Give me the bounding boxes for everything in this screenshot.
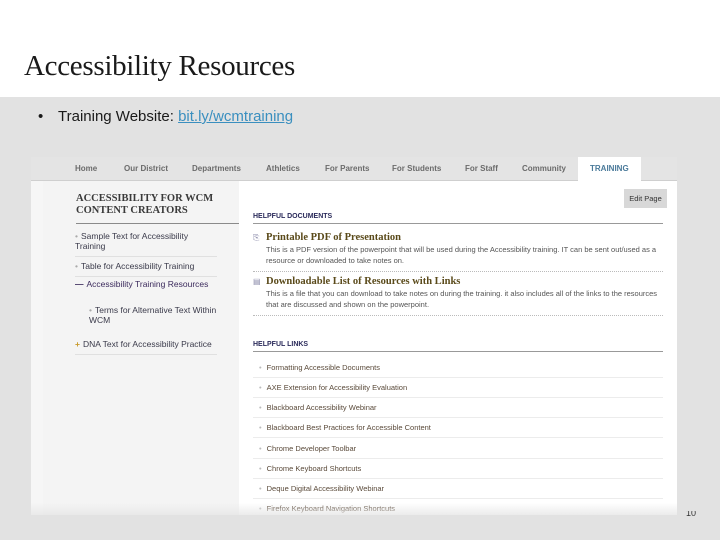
nav-training[interactable]: TRAINING	[578, 157, 641, 182]
expand-icon: +	[75, 339, 80, 349]
link-label: Formatting Accessible Documents	[266, 363, 381, 372]
sidebar-heading: ACCESSIBILITY FOR WCM CONTENT CREATORS	[76, 193, 246, 224]
website-screenshot: Home Our District Departments Athletics …	[31, 157, 677, 515]
bullet-icon: •	[259, 383, 262, 392]
link-label: Blackboard Best Practices for Accessible…	[266, 423, 431, 432]
main-content: Edit Page HELPFUL DOCUMENTS ⎘ Printable …	[239, 181, 677, 515]
nav-community[interactable]: Community	[522, 164, 566, 173]
screenshot-fade	[31, 503, 677, 515]
collapse-icon: —	[75, 279, 84, 289]
document-item: ▤ Downloadable List of Resources with Li…	[253, 276, 663, 316]
bullet-dot: •	[38, 108, 44, 125]
bullet-icon: •	[259, 403, 262, 412]
bullet-icon: •	[259, 444, 262, 453]
nav-for-parents[interactable]: For Parents	[325, 164, 369, 173]
link-label: Chrome Developer Toolbar	[266, 444, 357, 453]
document-title-link[interactable]: Printable PDF of Presentation	[266, 232, 663, 244]
link-label: Blackboard Accessibility Webinar	[266, 403, 377, 412]
nav-our-district[interactable]: Our District	[124, 164, 168, 173]
sidebar-item-label: Table for Accessibility Training	[80, 261, 195, 271]
doc-file-icon: ▤	[253, 277, 261, 286]
sidebar-item-alt-text-terms[interactable]: • Terms for Alternative Text Within WCM	[89, 305, 217, 330]
sidebar-item-training-resources[interactable]: — Accessibility Training Resources	[75, 279, 217, 294]
helpful-link[interactable]: • Chrome Keyboard Shortcuts	[253, 459, 663, 479]
sidebar-item-label: Sample Text for Accessibility Training	[75, 231, 189, 251]
pdf-file-icon: ⎘	[253, 233, 260, 242]
bullet-icon: •	[75, 261, 78, 271]
bullet-icon: •	[89, 305, 92, 315]
helpful-links-heading: HELPFUL LINKS	[253, 341, 663, 352]
sidebar-item-label: DNA Text for Accessibility Practice	[82, 339, 212, 349]
sidebar-item-sample-text[interactable]: • Sample Text for Accessibility Training	[75, 231, 217, 257]
link-label: Chrome Keyboard Shortcuts	[266, 464, 362, 473]
helpful-link[interactable]: • Blackboard Accessibility Webinar	[253, 398, 663, 418]
sidebar-item-label: Terms for Alternative Text Within WCM	[89, 305, 217, 325]
bullet-icon: •	[259, 484, 262, 493]
training-website-bullet: • Training Website: bit.ly/wcmtraining	[38, 108, 293, 125]
helpful-link[interactable]: • Deque Digital Accessibility Webinar	[253, 479, 663, 499]
bullet-icon: •	[259, 423, 262, 432]
link-label: Deque Digital Accessibility Webinar	[266, 484, 385, 493]
nav-for-students[interactable]: For Students	[392, 164, 441, 173]
nav-departments[interactable]: Departments	[192, 164, 241, 173]
bullet-icon: •	[259, 363, 262, 372]
helpful-link[interactable]: • Formatting Accessible Documents	[253, 358, 663, 378]
sidebar: ACCESSIBILITY FOR WCM CONTENT CREATORS •…	[43, 181, 246, 515]
bullet-label: Training Website:	[58, 108, 179, 125]
bullet-icon: •	[259, 464, 262, 473]
nav-home[interactable]: Home	[75, 164, 97, 173]
document-item: ⎘ Printable PDF of Presentation This is …	[253, 232, 663, 272]
helpful-documents-heading: HELPFUL DOCUMENTS	[253, 213, 663, 224]
sidebar-item-table[interactable]: • Table for Accessibility Training	[75, 261, 217, 277]
sidebar-item-label: Accessibility Training Resources	[86, 279, 209, 289]
training-website-link[interactable]: bit.ly/wcmtraining	[178, 108, 293, 125]
helpful-link[interactable]: • Chrome Developer Toolbar	[253, 439, 663, 459]
document-title-link[interactable]: Downloadable List of Resources with Link…	[266, 276, 663, 288]
helpful-link[interactable]: • AXE Extension for Accessibility Evaluat…	[253, 378, 663, 398]
site-nav: Home Our District Departments Athletics …	[31, 157, 677, 182]
bullet-icon: •	[75, 231, 78, 241]
nav-athletics[interactable]: Athletics	[266, 164, 300, 173]
nav-for-staff[interactable]: For Staff	[465, 164, 498, 173]
helpful-link[interactable]: • Blackboard Best Practices for Accessibl…	[253, 418, 663, 438]
slide-number: 10	[686, 511, 697, 516]
sidebar-item-dna-text[interactable]: + DNA Text for Accessibility Practice	[75, 339, 217, 355]
document-description: This is a PDF version of the powerpoint …	[266, 245, 657, 265]
edit-page-button[interactable]: Edit Page	[624, 189, 667, 208]
link-label: AXE Extension for Accessibility Evaluati…	[266, 383, 408, 392]
slide-title: Accessibility Resources	[24, 50, 295, 82]
document-description: This is a file that you can download to …	[266, 289, 658, 309]
